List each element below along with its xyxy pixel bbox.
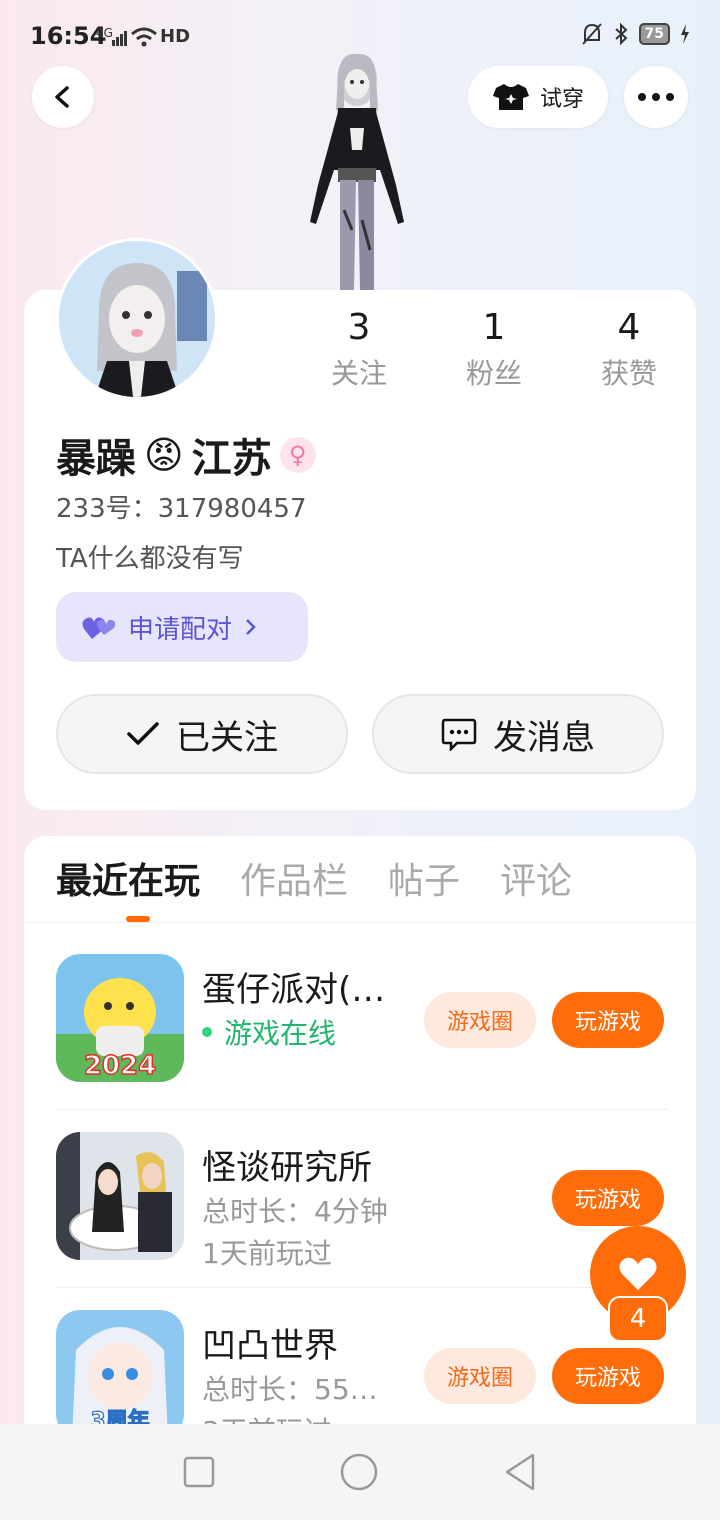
tshirt-icon [492,84,529,110]
send-message-label: 发消息 [493,717,595,758]
game-icon-horror-lab[interactable] [56,1132,184,1260]
hd-indicator: HD [160,26,191,47]
game-row[interactable]: 怪谈研究所 总时长：4分钟 1天前玩过 玩游戏 [56,1110,668,1288]
recent-apps-icon[interactable] [182,1455,216,1489]
user-id: 233号：317980457 [56,494,307,524]
more-options-button[interactable] [624,66,688,128]
character-model-image[interactable] [300,50,414,290]
game-last-played: 1天前玩过 [202,1237,332,1270]
game-online-status: 游戏在线 [202,1012,336,1052]
angry-emoji: 😡 [144,433,184,477]
status-time: 16:54 [30,22,107,50]
game-icon-aotu-world[interactable]: 3周年 [56,1310,184,1424]
tab-comments[interactable]: 评论 [500,852,572,924]
games-card: 最近在玩 作品栏 帖子 评论 2024 蛋仔派对(… 游戏在线 游戏圈 玩游戏 [24,836,696,1436]
eggy-party-icon: 2024 [56,954,184,1082]
online-status-label: 游戏在线 [224,1017,337,1050]
game-last-played: 3天前玩过 [202,1410,332,1424]
game-playtime: 总时长：55… [202,1373,378,1406]
aotu-world-icon: 3周年 [56,1310,184,1424]
game-row[interactable]: 3周年 凹凸世界 总时长：55… 3天前玩过 游戏圈 玩游戏 [56,1288,668,1424]
profile-stats: 3 关注 1 粉丝 4 获赞 [304,306,684,392]
home-icon[interactable] [339,1452,379,1492]
wifi-icon [131,27,157,47]
stat-label: 获赞 [600,357,657,390]
game-name: 蛋仔派对(… [202,970,386,1010]
play-game-button[interactable]: 玩游戏 [552,1170,664,1226]
followed-label: 已关注 [176,717,278,758]
stat-label: 关注 [330,357,387,390]
user-bio: TA什么都没有写 [56,544,244,574]
game-playtime: 总时长：4分钟 [202,1195,388,1228]
aotu-icon-text: 3周年 [90,1408,149,1424]
request-pair-button[interactable]: 申请配对 [56,592,308,662]
tab-posts[interactable]: 帖子 [388,852,460,924]
stat-value: 3 [347,307,371,348]
mute-bell-icon [581,23,602,45]
back-button[interactable] [32,66,94,128]
request-pair-label: 申请配对 [128,614,233,645]
back-triangle-icon[interactable] [502,1452,538,1492]
play-game-button[interactable]: 玩游戏 [552,992,664,1048]
signal-icon [112,31,127,46]
like-count-badge: 4 [608,1296,668,1342]
horror-lab-icon [56,1132,184,1260]
check-icon [127,722,159,745]
chevron-right-icon [246,619,256,635]
try-on-label: 试穿 [539,87,584,112]
username-part2: 江苏 [191,436,272,482]
game-row[interactable]: 2024 蛋仔派对(… 游戏在线 游戏圈 玩游戏 [56,932,668,1110]
stat-value: 4 [617,307,641,348]
game-icon-eggy-party[interactable]: 2024 [56,954,184,1082]
tab-recently-played[interactable]: 最近在玩 [56,852,200,924]
stat-likes[interactable]: 4 获赞 [574,306,684,392]
stat-label: 粉丝 [465,357,522,390]
eggy-icon-text: 2024 [84,1051,156,1081]
game-name: 凹凸世界 [202,1326,338,1366]
tab-works[interactable]: 作品栏 [240,852,348,924]
female-gender-icon: ♀ [279,437,316,473]
try-on-button[interactable]: 试穿 [468,66,608,128]
game-circle-button[interactable]: 游戏圈 [424,1348,536,1404]
followed-button[interactable]: 已关注 [56,694,348,774]
message-icon [441,718,477,751]
more-dots-icon [638,93,674,101]
system-nav-bar [0,1424,720,1520]
profile-tabs: 最近在玩 作品栏 帖子 评论 [56,852,572,924]
hearts-icon [82,617,116,639]
chevron-left-icon [55,86,69,108]
heart-icon [619,1257,657,1290]
username-row: 暴躁 😡 江苏 ♀ [56,426,316,484]
avatar-portrait-image [59,241,215,397]
user-avatar[interactable] [56,238,218,400]
game-name: 怪谈研究所 [202,1148,372,1188]
game-circle-button[interactable]: 游戏圈 [424,992,536,1048]
tab-divider [24,922,696,923]
charging-icon [681,24,689,44]
username-part1: 暴躁 [56,436,136,482]
battery-indicator: 75 [638,23,670,45]
stat-following[interactable]: 3 关注 [304,306,414,392]
stat-followers[interactable]: 1 粉丝 [439,306,549,392]
send-message-button[interactable]: 发消息 [372,694,664,774]
online-dot-icon [202,1027,212,1037]
network-indicator: 4G [96,26,113,40]
play-game-button[interactable]: 玩游戏 [552,1348,664,1404]
stat-value: 1 [482,307,506,348]
bluetooth-icon [614,22,627,46]
